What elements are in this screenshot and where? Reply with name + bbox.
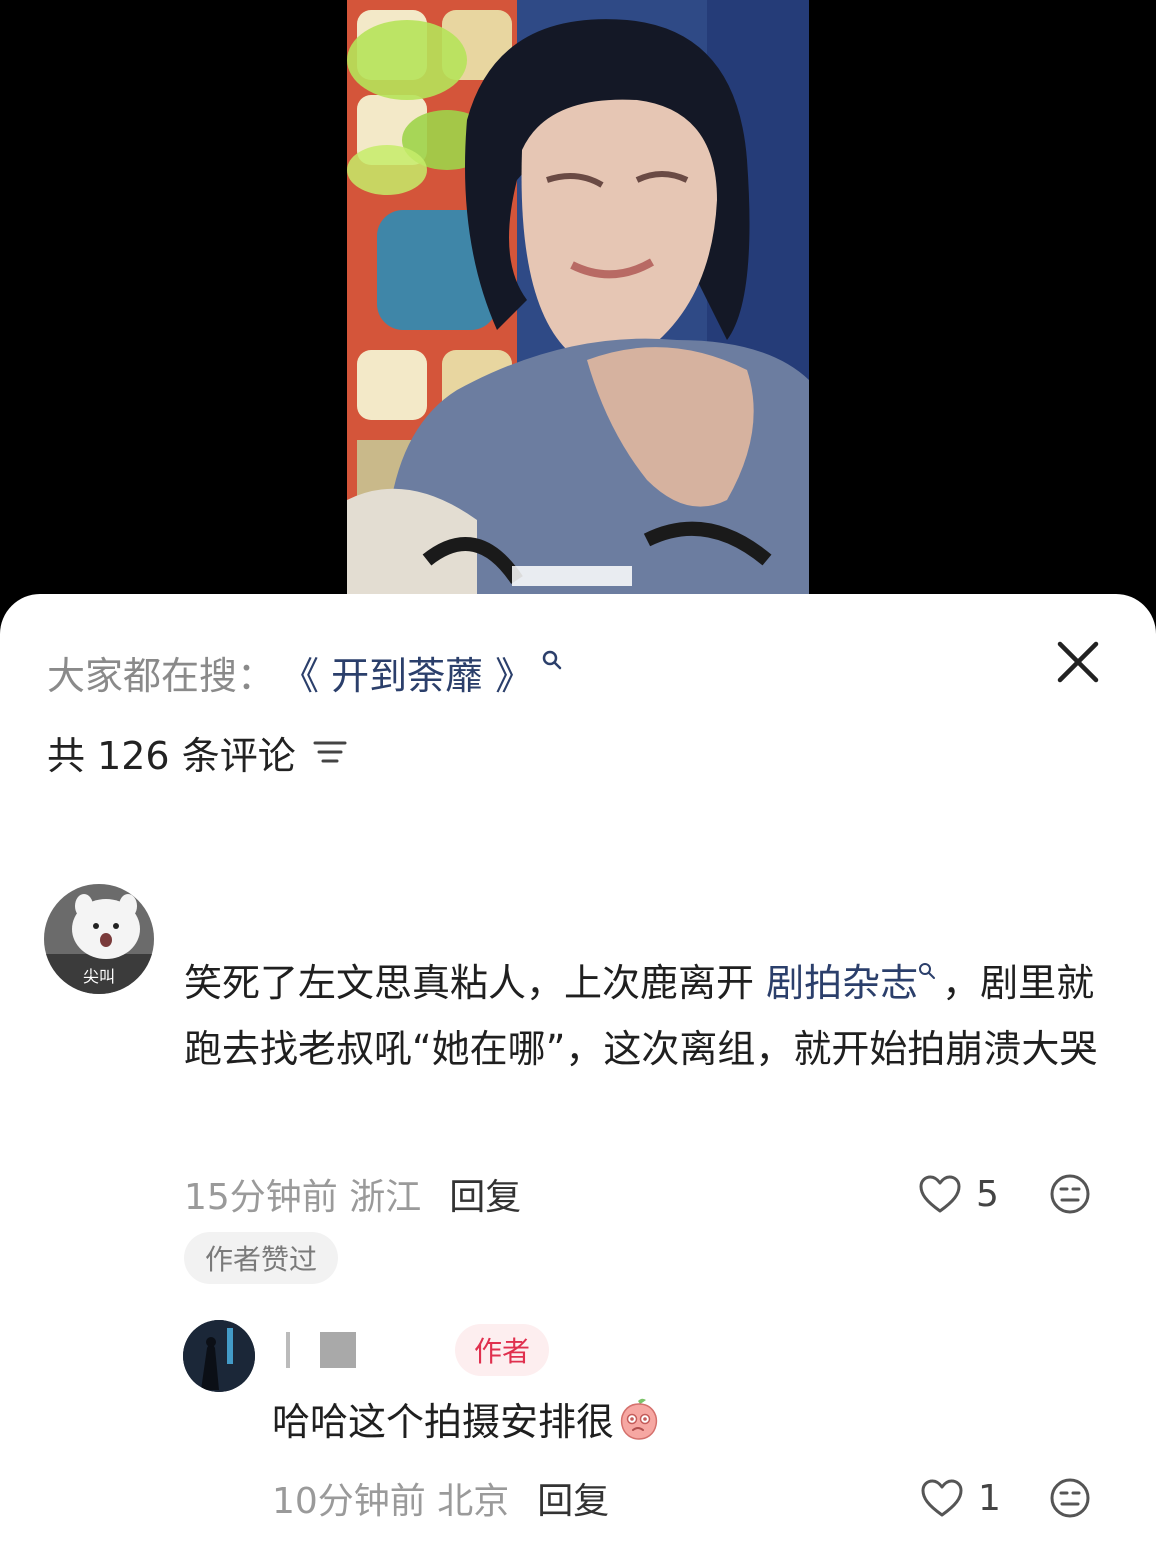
reply-author-username[interactable] <box>286 1330 356 1370</box>
comment-count: 共 126 条评论 <box>47 733 296 778</box>
trending-search-link[interactable]: 《 开到荼蘼 》 <box>281 645 533 700</box>
trending-search-bar[interactable]: 大家都在搜： 《 开到荼蘼 》 <box>47 644 563 700</box>
reply-button[interactable]: 回复 <box>449 1168 521 1220</box>
comment-text-part1: 笑死了左文思真粘人，上次鹿离开 <box>184 961 767 1005</box>
dislike-face-icon[interactable] <box>1048 1172 1092 1216</box>
trending-label: 大家都在搜： <box>47 653 276 698</box>
search-icon <box>919 963 936 979</box>
reply-avatar-image <box>183 1320 255 1392</box>
comment-meta: 15分钟前 浙江 回复 <box>184 1168 521 1220</box>
heart-icon <box>919 1175 961 1213</box>
commenter-avatar[interactable]: 尖叫 <box>44 884 154 994</box>
reply-text-row: 哈哈这个拍摄安排很 <box>272 1390 662 1446</box>
comment-time-location: 15分钟前 浙江 <box>184 1177 422 1218</box>
author-tag: 作者 <box>455 1324 549 1376</box>
commenter-username[interactable] <box>184 894 254 934</box>
reply-text: 哈哈这个拍摄安排很 <box>272 1399 615 1444</box>
reply-reply-button[interactable]: 回复 <box>537 1472 609 1524</box>
reply-time-location: 10分钟前 北京 <box>272 1481 510 1522</box>
sort-icon[interactable] <box>312 736 348 768</box>
reply-author-avatar[interactable] <box>183 1320 255 1392</box>
username-redaction-bar <box>286 1332 290 1368</box>
reply-like-count: 1 <box>978 1477 1001 1519</box>
close-icon[interactable] <box>1050 634 1106 690</box>
video-frame[interactable] <box>347 0 809 600</box>
dislike-face-icon[interactable] <box>1048 1476 1092 1520</box>
avatar-caption: 尖叫 <box>83 967 115 986</box>
like-count: 5 <box>976 1173 999 1215</box>
video-player[interactable] <box>0 0 1156 610</box>
like-button[interactable]: 5 <box>918 1168 999 1220</box>
comment-text: 笑死了左文思真粘人，上次鹿离开 剧拍杂志 ，剧里就跑去找老叔吼“她在哪”，这次离组… <box>184 950 1116 1082</box>
author-liked-badge: 作者赞过 <box>184 1232 338 1284</box>
peach-emoji-icon <box>620 1398 658 1440</box>
comment-count-row: 共 126 条评论 <box>47 724 348 780</box>
reply-meta: 10分钟前 北京 回复 <box>272 1472 609 1524</box>
reply-like-button[interactable]: 1 <box>920 1472 1001 1524</box>
search-icon <box>542 650 562 670</box>
comment-sheet: 大家都在搜： 《 开到荼蘼 》 共 126 条评论 尖叫 笑死了左文思真粘人，上… <box>0 594 1156 1542</box>
comment-keyword-link[interactable]: 剧拍杂志 <box>766 961 918 1005</box>
video-still-image <box>347 0 809 600</box>
cat-avatar-image: 尖叫 <box>44 884 154 994</box>
heart-icon <box>921 1479 963 1517</box>
username-redaction-block <box>320 1332 356 1368</box>
